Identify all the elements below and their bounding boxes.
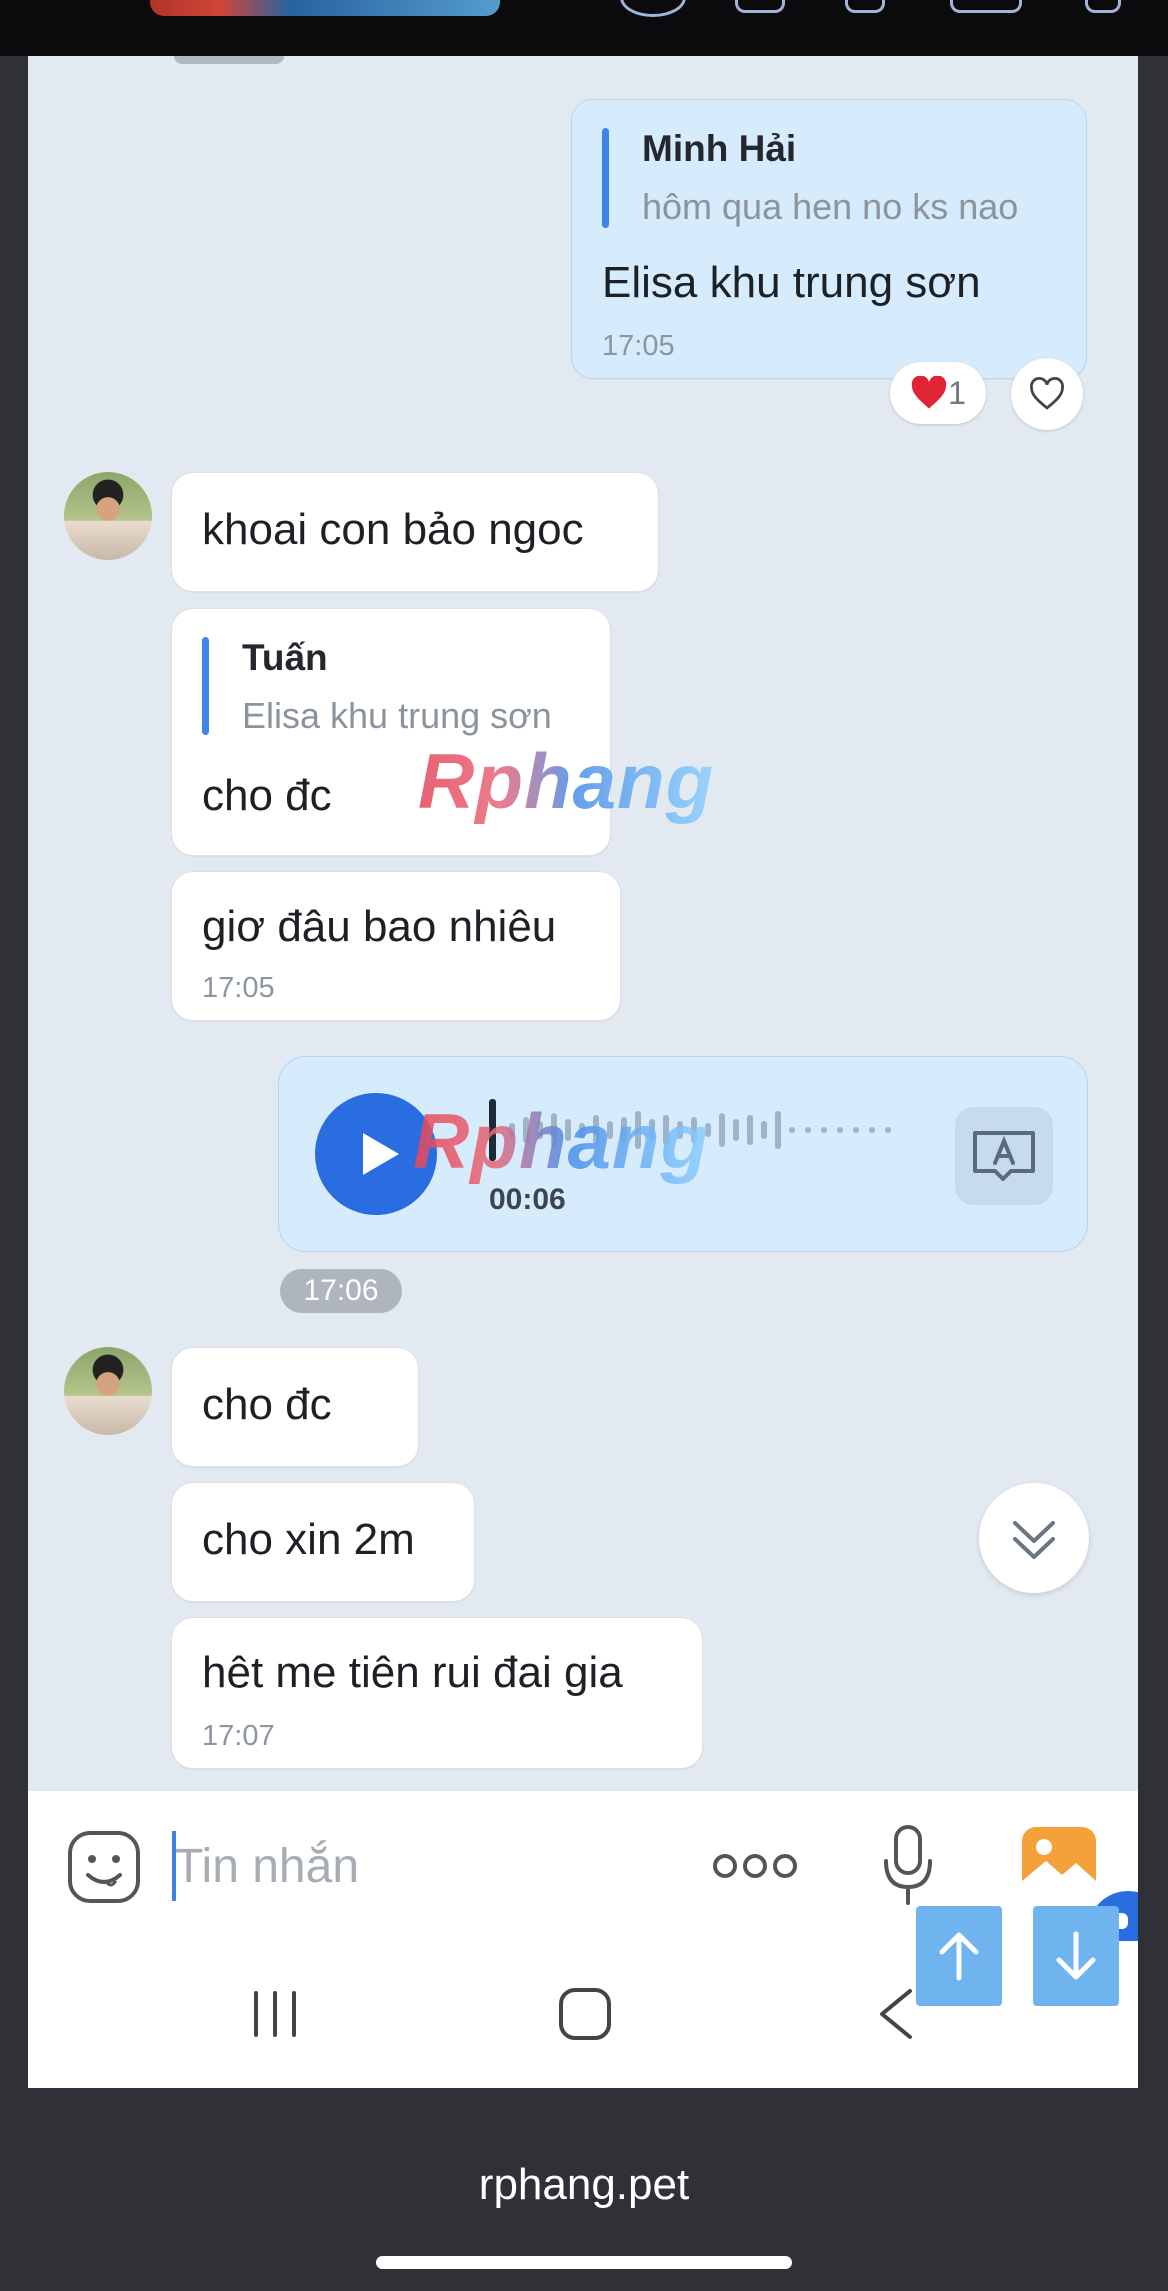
text-caret	[172, 1831, 176, 1901]
message-bubble-outgoing[interactable]: Minh Hải hôm qua hen no ks nao Elisa khu…	[571, 99, 1087, 379]
voice-duration: 00:06	[489, 1183, 566, 1216]
quote-text: Elisa khu trung sơn	[242, 695, 552, 736]
list-icon[interactable]	[735, 0, 785, 13]
reaction-badge[interactable]: 1	[890, 362, 986, 424]
heart-icon	[1030, 377, 1064, 410]
scroll-up-button[interactable]	[916, 1906, 1002, 2006]
arrow-up-icon	[939, 1932, 979, 1981]
message-time: 17:05	[602, 330, 675, 362]
message-bubble-incoming[interactable]: cho đc	[171, 1347, 419, 1467]
message-text: khoai con bảo ngoc	[202, 505, 584, 554]
home-indicator[interactable]	[376, 2256, 792, 2269]
message-text: cho xin 2m	[202, 1515, 415, 1564]
back-icon[interactable]	[876, 1987, 916, 2041]
window-icon[interactable]	[950, 0, 1022, 13]
quote-author: Tuấn	[242, 637, 328, 678]
message-time: 17:07	[202, 1720, 275, 1752]
avatar[interactable]	[64, 472, 152, 560]
avatar[interactable]	[64, 1347, 152, 1435]
reaction-count: 1	[948, 374, 966, 411]
transcribe-button[interactable]	[955, 1107, 1053, 1205]
message-bubble-incoming[interactable]: khoai con bảo ngoc	[171, 472, 659, 592]
footer-domain[interactable]: rphang.pet	[0, 2160, 1168, 2210]
message-input[interactable]	[172, 1829, 686, 1903]
message-text: hêt me tiên rui đai gia	[202, 1648, 623, 1697]
time-divider: 17:06	[280, 1269, 402, 1313]
chat-area[interactable]: Minh Hải hôm qua hen no ks nao Elisa khu…	[28, 56, 1138, 1791]
quote-bar	[602, 128, 609, 228]
more-icon[interactable]	[710, 1851, 800, 1881]
search-icon[interactable]	[1085, 0, 1121, 13]
message-text: Elisa khu trung sơn	[602, 258, 981, 307]
home-icon[interactable]	[558, 1987, 612, 2041]
double-chevron-down-icon	[1013, 1521, 1055, 1559]
browser-top-bar	[0, 0, 1168, 56]
watermark: Rphang	[413, 1097, 710, 1185]
arrow-down-icon	[1056, 1931, 1096, 1980]
message-bubble-incoming[interactable]: hêt me tiên rui đai gia 17:07	[171, 1617, 703, 1769]
site-logo-fragment	[150, 0, 500, 16]
message-bubble-incoming[interactable]: giơ đâu bao nhiêu 17:05	[171, 871, 621, 1021]
quote-text: hôm qua hen no ks nao	[642, 186, 1019, 227]
scroll-down-button[interactable]	[1033, 1906, 1119, 2006]
message-bubble-incoming[interactable]: cho xin 2m	[171, 1482, 475, 1602]
message-text: giơ đâu bao nhiêu	[202, 902, 557, 951]
message-text: cho đc	[202, 771, 332, 820]
time-pill-partial	[174, 56, 284, 64]
quote-author: Minh Hải	[642, 128, 797, 169]
message-text: cho đc	[202, 1380, 332, 1429]
scroll-to-bottom-button[interactable]	[979, 1483, 1089, 1593]
avatar-icon[interactable]	[620, 0, 686, 17]
microphone-icon[interactable]	[878, 1823, 938, 1907]
heart-filled-icon	[911, 376, 947, 409]
recent-apps-icon[interactable]	[250, 1989, 300, 2039]
gallery-icon[interactable]	[1020, 1825, 1098, 1897]
emoji-icon[interactable]	[66, 1829, 142, 1905]
watermark: Rphang	[418, 737, 715, 825]
quote-bar	[202, 637, 209, 735]
transcribe-icon	[973, 1131, 1035, 1181]
bell-icon[interactable]	[845, 0, 885, 13]
message-time: 17:05	[202, 972, 275, 1004]
react-button[interactable]	[1011, 358, 1083, 430]
phone-screen: Minh Hải hôm qua hen no ks nao Elisa khu…	[28, 56, 1138, 2088]
